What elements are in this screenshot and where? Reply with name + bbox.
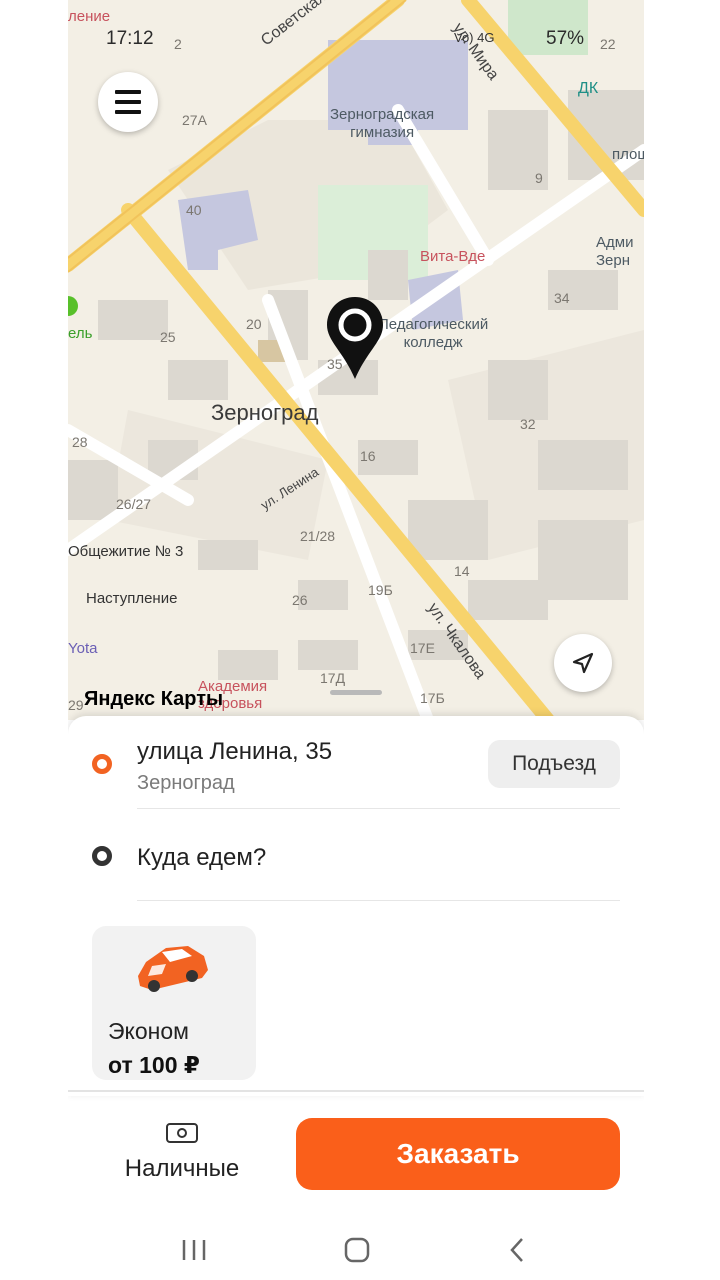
destination-input[interactable]: Куда едем? (137, 844, 266, 872)
poi-dk: ДК (578, 80, 599, 97)
house-number: 9 (535, 170, 543, 186)
pickup-dot-icon (92, 754, 112, 774)
poi-admin: Адми Зерн (596, 234, 634, 269)
house-number: 17Е (410, 640, 435, 656)
house-number: 34 (554, 290, 570, 306)
house-number: 26 (292, 592, 308, 608)
status-bar: 17:12 Vo) 4G 57% (68, 24, 644, 54)
poi-obshch: Общежитие № 3 (68, 543, 184, 560)
my-location-button[interactable] (554, 634, 612, 692)
battery-level: 57% (546, 28, 585, 49)
house-number: 20 (246, 316, 262, 332)
back-icon[interactable] (498, 1234, 538, 1266)
poi-partial-left: ель (68, 325, 93, 342)
payment-label: Наличные (124, 1155, 240, 1182)
house-number: 16 (360, 448, 376, 464)
house-number: 17Д (320, 670, 346, 686)
poi-partial-top: ление (68, 8, 111, 25)
house-number: 27А (182, 112, 207, 128)
order-button[interactable]: Заказать (296, 1118, 620, 1190)
pickup-pin-icon (327, 297, 383, 379)
poi-college: Педагогический колледж (378, 316, 489, 351)
map-city-label: Зерноград (211, 400, 319, 425)
menu-button[interactable] (98, 72, 158, 132)
house-number: 19Б (368, 582, 393, 598)
poi-ploshch: плош (612, 146, 644, 163)
tariff-card-econom[interactable]: Эконом от 100 ₽ (92, 926, 256, 1080)
divider (137, 808, 620, 809)
house-number: 22 (600, 36, 616, 52)
destination-dot-icon (92, 846, 112, 866)
house-number: 14 (454, 563, 470, 579)
tariff-name: Эконом (108, 1018, 189, 1044)
house-number: 32 (520, 416, 536, 432)
poi-nastuplenie: Наступление (86, 590, 178, 607)
house-number: 28 (72, 434, 88, 450)
navigation-arrow-icon (572, 652, 594, 674)
house-number: 2 (174, 36, 182, 52)
recent-apps-icon[interactable] (174, 1234, 214, 1266)
system-nav-bar (68, 1220, 644, 1280)
cash-icon (166, 1123, 198, 1143)
house-number: 40 (186, 202, 202, 218)
yandex-maps-logo: Яндекс Карты (84, 688, 224, 710)
pickup-row[interactable]: улица Ленина, 35 Зерноград Подъезд (68, 716, 644, 808)
map-view[interactable]: 17:12 Vo) 4G 57% ление Советская ул. ул.… (68, 0, 644, 720)
house-number: 29 (68, 697, 84, 713)
poi-gymnasium: Зерноградская гимназия (330, 106, 435, 141)
status-time: 17:12 (106, 28, 154, 49)
house-number: 17Б (420, 690, 445, 706)
pickup-city: Зерноград (137, 772, 235, 794)
poi-vita: Вита-Вде (420, 248, 486, 265)
car-icon (138, 946, 208, 992)
poi-yota: Yota (68, 640, 98, 657)
sheet-drag-handle[interactable] (330, 690, 382, 695)
tariff-price: от 100 ₽ (108, 1052, 200, 1078)
house-number: 26/27 (116, 496, 152, 512)
menu-icon (115, 90, 141, 94)
house-number: 25 (160, 329, 176, 345)
divider (137, 900, 620, 901)
payment-method-button[interactable]: Наличные (98, 1120, 266, 1183)
house-number: 21/28 (300, 528, 336, 544)
footer-divider (68, 1090, 644, 1092)
entrance-button[interactable]: Подъезд (488, 740, 620, 788)
phone-screen: 17:12 Vo) 4G 57% ление Советская ул. ул.… (68, 0, 644, 1280)
home-icon[interactable] (336, 1234, 376, 1266)
order-sheet: улица Ленина, 35 Зерноград Подъезд Куда … (68, 716, 644, 1096)
pickup-address: улица Ленина, 35 (137, 738, 333, 765)
